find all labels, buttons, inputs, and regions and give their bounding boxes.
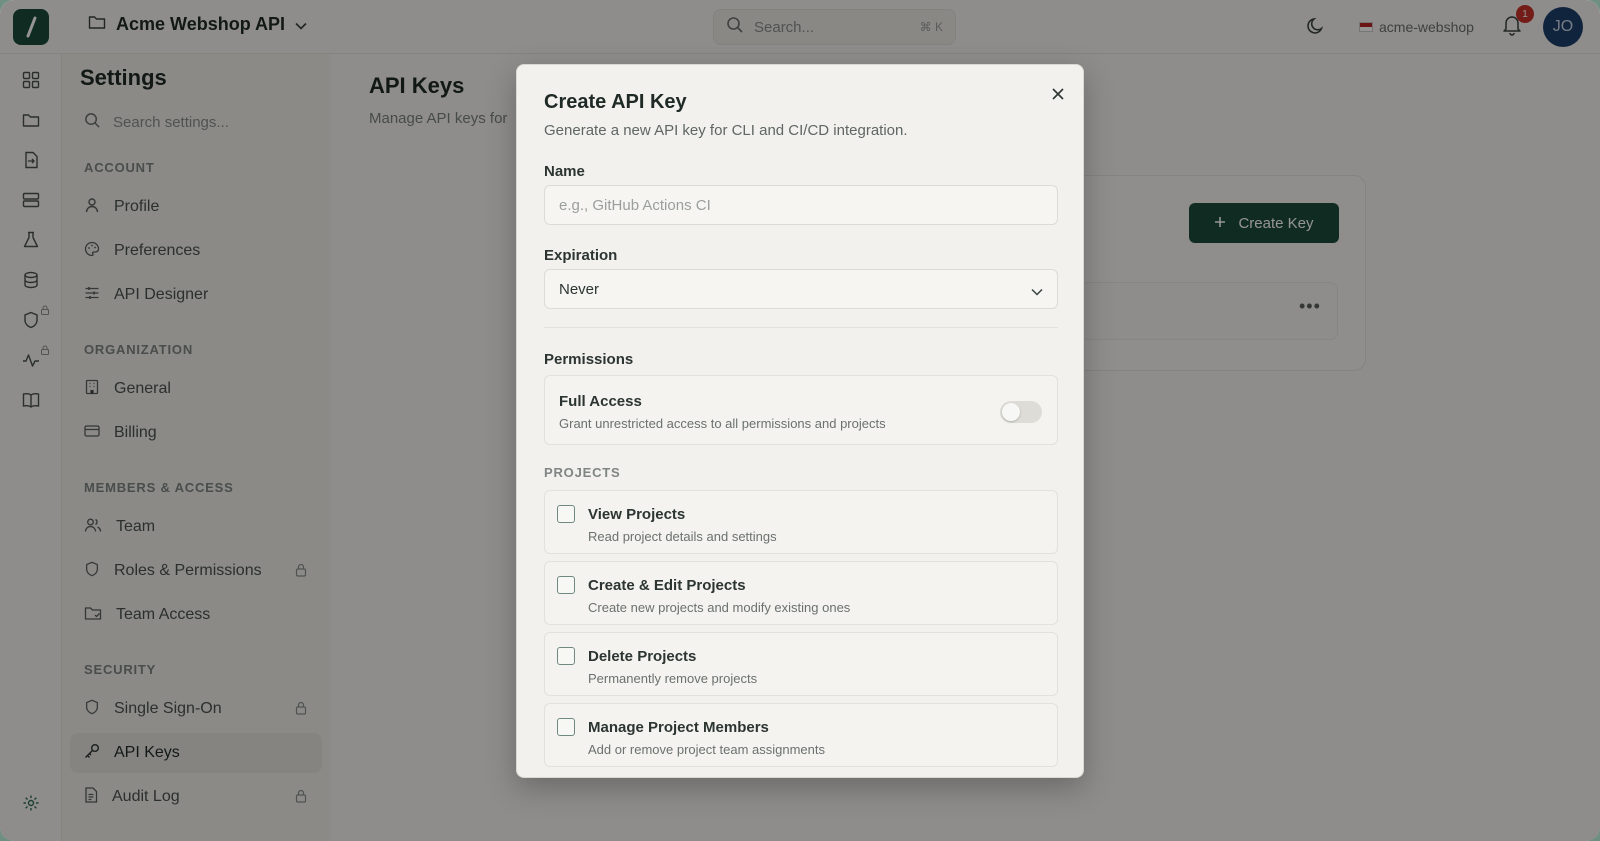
create-api-key-dialog: Create API Key Generate a new API key fo… (516, 64, 1084, 778)
close-icon[interactable] (1048, 84, 1068, 104)
checkbox[interactable] (557, 505, 575, 523)
full-access-option: Full Access Grant unrestricted access to… (544, 375, 1058, 445)
dialog-description: Generate a new API key for CLI and CI/CD… (544, 122, 908, 139)
permission-view-projects[interactable]: View Projects Read project details and s… (544, 490, 1058, 554)
toggle-knob (1002, 403, 1020, 421)
permission-description: Add or remove project team assignments (588, 742, 825, 757)
permission-description: Read project details and settings (588, 529, 777, 544)
checkbox[interactable] (557, 718, 575, 736)
divider (544, 327, 1058, 328)
permission-manage-project-members[interactable]: Manage Project Members Add or remove pro… (544, 703, 1058, 767)
full-access-description: Grant unrestricted access to all permiss… (559, 416, 886, 431)
permission-title: Delete Projects (588, 648, 697, 665)
permission-title: View Projects (588, 506, 686, 523)
permission-description: Create new projects and modify existing … (588, 600, 851, 615)
full-access-title: Full Access (559, 393, 642, 410)
checkbox[interactable] (557, 647, 575, 665)
name-input[interactable]: e.g., GitHub Actions CI (544, 185, 1058, 225)
name-placeholder: e.g., GitHub Actions CI (559, 196, 711, 214)
permission-create-edit-projects[interactable]: Create & Edit Projects Create new projec… (544, 561, 1058, 625)
chevron-down-icon (1031, 283, 1043, 300)
permission-delete-projects[interactable]: Delete Projects Permanently remove proje… (544, 632, 1058, 696)
permission-description: Permanently remove projects (588, 671, 758, 686)
app-window: Acme Webshop API Search... ⌘ K acme-webs… (0, 0, 1600, 841)
projects-section-header: PROJECTS (544, 465, 621, 480)
checkbox[interactable] (557, 576, 575, 594)
dialog-title: Create API Key (544, 91, 687, 113)
expiration-select[interactable]: Never (544, 269, 1058, 309)
expiration-label: Expiration (544, 247, 618, 264)
name-label: Name (544, 163, 585, 180)
full-access-toggle[interactable] (1000, 401, 1042, 423)
permission-title: Create & Edit Projects (588, 577, 746, 594)
permission-title: Manage Project Members (588, 719, 769, 736)
expiration-value: Never (559, 280, 600, 298)
permissions-label: Permissions (544, 351, 634, 368)
